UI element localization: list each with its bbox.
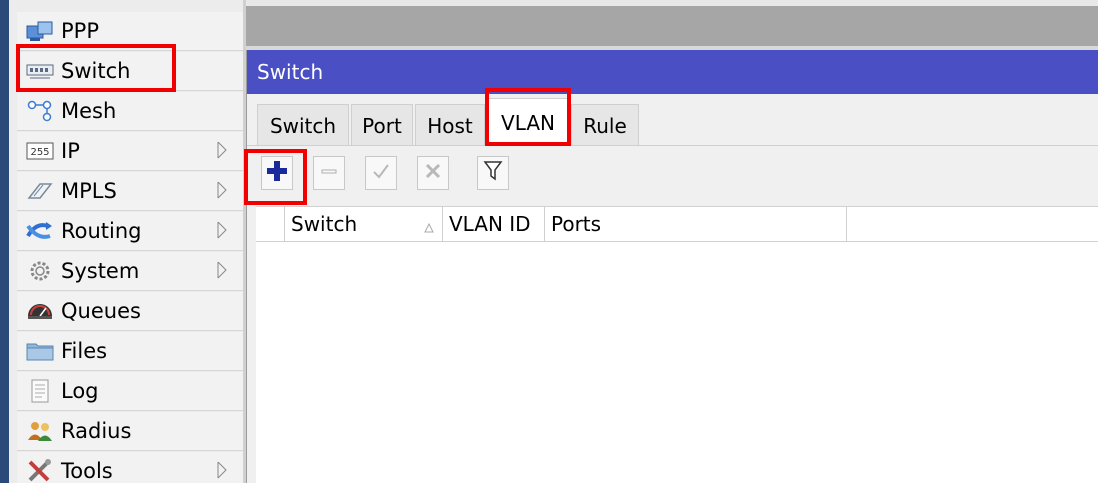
enable-check-icon [371,161,391,186]
submenu-arrow-icon [215,140,229,160]
sidebar-item-tools[interactable]: Tools [17,452,243,483]
system-gear-icon [25,259,55,283]
switch-window: Switch Switch Port Host VLAN Rule Switch… [246,50,1098,483]
sidebar-item-queues[interactable]: Queues [17,292,243,331]
sidebar-item-radius[interactable]: Radius [17,412,243,451]
filter-icon [483,160,503,187]
disable-x-icon [423,161,443,186]
window-title: Switch [257,60,324,84]
mesh-icon [25,99,55,123]
ip-icon: 255 [25,139,55,163]
tab-label: Port [362,113,402,138]
column-label: VLAN ID [449,212,531,236]
sidebar-item-label: PPP [61,19,99,43]
tools-icon [25,459,55,483]
remove-button[interactable] [313,156,345,190]
mpls-icon [25,179,55,203]
sidebar-item-label: Routing [61,219,142,243]
sidebar-item-label: System [61,259,140,283]
log-icon [25,379,55,403]
column-label: Ports [551,212,602,236]
sidebar-item-label: IP [61,139,80,163]
sidebar-item-system[interactable]: System [17,252,243,291]
column-vlan-id[interactable]: VLAN ID [443,207,545,241]
sort-icon [424,215,434,239]
sidebar-item-label: Radius [61,419,132,443]
tab-label: Host [427,113,473,138]
sidebar-item-ip[interactable]: 255 IP [17,132,243,171]
ppp-icon [25,19,55,43]
sidebar-item-files[interactable]: Files [17,332,243,371]
submenu-arrow-icon [215,260,229,280]
column-switch[interactable]: Switch [285,207,443,241]
window-title-bar[interactable]: Switch [247,50,1098,94]
sidebar-item-label: Tools [61,459,113,483]
sidebar-item-label: Queues [61,299,141,323]
enable-button[interactable] [365,156,397,190]
submenu-arrow-icon [215,180,229,200]
sidebar-item-label: Mesh [61,99,117,123]
sidebar-item-routing[interactable]: Routing [17,212,243,251]
column-ports[interactable]: Ports [545,207,847,241]
queues-icon [25,299,55,323]
highlight-add-button [244,149,307,205]
tab-bar: Switch Port Host VLAN Rule [247,94,1098,146]
remove-icon [319,161,339,186]
column-label: Switch [291,212,358,236]
tab-rule[interactable]: Rule [571,104,639,146]
filter-button[interactable] [477,156,509,190]
workspace-background [246,0,1098,46]
submenu-arrow-icon [215,460,229,480]
sidebar-item-mesh[interactable]: Mesh [17,92,243,131]
tab-switch[interactable]: Switch [257,104,349,146]
sidebar-item-label: Files [61,339,108,363]
highlight-vlan-tab [485,88,571,146]
tab-port[interactable]: Port [351,104,413,146]
sidebar-item-log[interactable]: Log [17,372,243,411]
routing-icon [25,219,55,243]
sidebar-item-label: Log [61,379,99,403]
table-body[interactable] [256,242,1098,483]
row-marker-column [256,207,285,241]
table-header: Switch VLAN ID Ports [256,206,1098,242]
radius-users-icon [25,419,55,443]
sidebar-item-mpls[interactable]: MPLS [17,172,243,211]
submenu-arrow-icon [215,220,229,240]
folder-icon [25,339,55,363]
highlight-switch-menu [16,44,176,92]
ip-icon-text: 255 [30,147,49,158]
tab-host[interactable]: Host [415,104,485,146]
disable-button[interactable] [417,156,449,190]
tab-label: Rule [583,113,627,138]
window-edge [0,0,9,483]
sidebar-item-label: MPLS [61,179,117,203]
toolbar [247,146,1098,204]
tab-label: Switch [269,113,337,138]
